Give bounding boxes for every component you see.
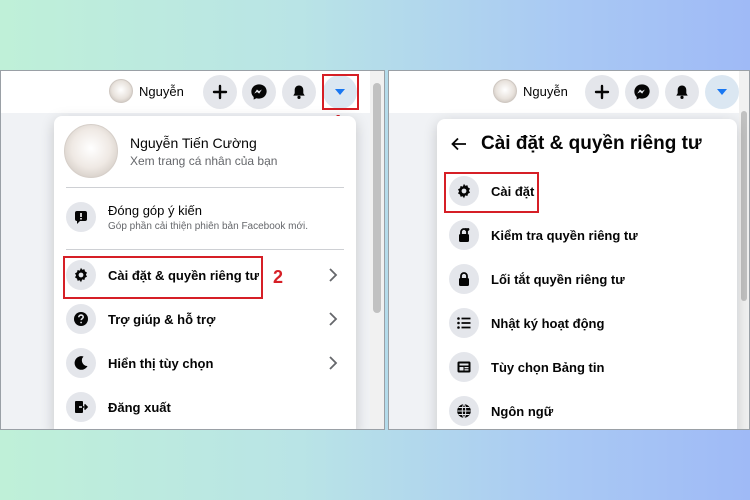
feedback-item[interactable]: Đóng góp ý kiến Góp phần cải thiện phiên…	[66, 202, 344, 232]
right-screenshot-panel: Nguyễn Cài đặt & quyền riêng tư Cài đặt	[388, 70, 750, 430]
highlight-box-1	[322, 74, 359, 110]
notifications-button[interactable]	[282, 75, 316, 109]
highlight-box-settings	[444, 172, 539, 213]
menu-item-help[interactable]: Trợ giúp & hỗ trợ	[66, 304, 344, 334]
logout-icon	[66, 392, 96, 422]
left-screenshot-panel: Nguyễn 1 Nguyễn Tiến Cường Xem trang cá …	[0, 70, 385, 430]
lock-heart-icon	[449, 220, 479, 250]
profile-row[interactable]: Nguyễn Tiến Cường Xem trang cá nhân của …	[64, 124, 277, 178]
menu-item-label: Kiểm tra quyền riêng tư	[491, 227, 638, 243]
top-navigation-bar: Nguyễn	[389, 71, 749, 113]
divider	[66, 187, 344, 188]
profile-avatar	[64, 124, 118, 178]
menu-item-display[interactable]: Hiển thị tùy chọn	[66, 348, 344, 378]
notifications-button[interactable]	[665, 75, 699, 109]
feedback-title: Đóng góp ý kiến	[108, 202, 202, 218]
chevron-right-icon	[329, 268, 338, 282]
menu-item-label: Hiển thị tùy chọn	[108, 355, 214, 371]
caret-down-icon	[717, 89, 727, 95]
moon-icon	[66, 348, 96, 378]
profile-subtitle: Xem trang cá nhân của bạn	[130, 153, 278, 168]
user-name: Nguyễn	[523, 83, 568, 99]
plus-icon	[212, 84, 228, 100]
menu-item-label: Tùy chọn Bảng tin	[491, 359, 605, 375]
menu-item-label: Nhật ký hoạt động	[491, 315, 605, 331]
menu-header: Cài đặt & quyền riêng tư	[451, 133, 702, 155]
chevron-right-icon	[329, 356, 338, 370]
list-icon	[449, 308, 479, 338]
user-name: Nguyễn	[139, 83, 184, 99]
avatar	[109, 79, 133, 103]
messenger-icon	[634, 84, 650, 100]
profile-chip[interactable]: Nguyễn	[109, 79, 184, 103]
chevron-right-icon	[329, 312, 338, 326]
messenger-button[interactable]	[242, 75, 276, 109]
divider	[66, 249, 344, 250]
annotation-number-2: 2	[273, 267, 284, 287]
help-icon	[66, 304, 96, 334]
feedback-subtitle: Góp phần cải thiện phiên bản Facebook mớ…	[108, 220, 309, 232]
create-button[interactable]	[585, 75, 619, 109]
create-button[interactable]	[203, 75, 237, 109]
menu-item-privacy-shortcuts[interactable]: Lối tắt quyền riêng tư	[449, 264, 725, 294]
menu-item-activity-log[interactable]: Nhật ký hoạt động	[449, 308, 725, 338]
scrollbar-thumb[interactable]	[373, 83, 381, 313]
news-feed-icon	[449, 352, 479, 382]
messenger-icon	[251, 84, 267, 100]
highlight-box-2	[63, 256, 263, 299]
menu-item-privacy-checkup[interactable]: Kiểm tra quyền riêng tư	[449, 220, 725, 250]
bell-icon	[676, 85, 688, 99]
bell-icon	[293, 85, 305, 99]
menu-title: Cài đặt & quyền riêng tư	[481, 133, 702, 154]
scrollbar[interactable]	[370, 71, 384, 429]
plus-icon	[594, 84, 610, 100]
account-menu-button[interactable]	[705, 75, 739, 109]
feedback-icon	[66, 202, 96, 232]
menu-item-label: Lối tắt quyền riêng tư	[491, 271, 625, 287]
settings-privacy-menu: Cài đặt & quyền riêng tư Cài đặt Kiểm tr…	[437, 119, 737, 429]
profile-name: Nguyễn Tiến Cường	[130, 134, 257, 151]
lock-icon	[449, 264, 479, 294]
top-navigation-bar: Nguyễn	[1, 71, 384, 113]
menu-item-label: Đăng xuất	[108, 399, 171, 415]
menu-item-logout[interactable]: Đăng xuất	[66, 392, 344, 422]
menu-item-label: Ngôn ngữ	[491, 403, 554, 419]
menu-item-language[interactable]: Ngôn ngữ	[449, 396, 725, 426]
back-arrow-icon[interactable]	[451, 137, 467, 151]
menu-item-label: Trợ giúp & hỗ trợ	[108, 311, 216, 327]
avatar	[493, 79, 517, 103]
scrollbar-thumb[interactable]	[741, 111, 747, 301]
profile-chip[interactable]: Nguyễn	[493, 79, 568, 103]
scrollbar[interactable]	[739, 71, 749, 429]
messenger-button[interactable]	[625, 75, 659, 109]
globe-icon	[449, 396, 479, 426]
menu-item-news-feed-preferences[interactable]: Tùy chọn Bảng tin	[449, 352, 725, 382]
